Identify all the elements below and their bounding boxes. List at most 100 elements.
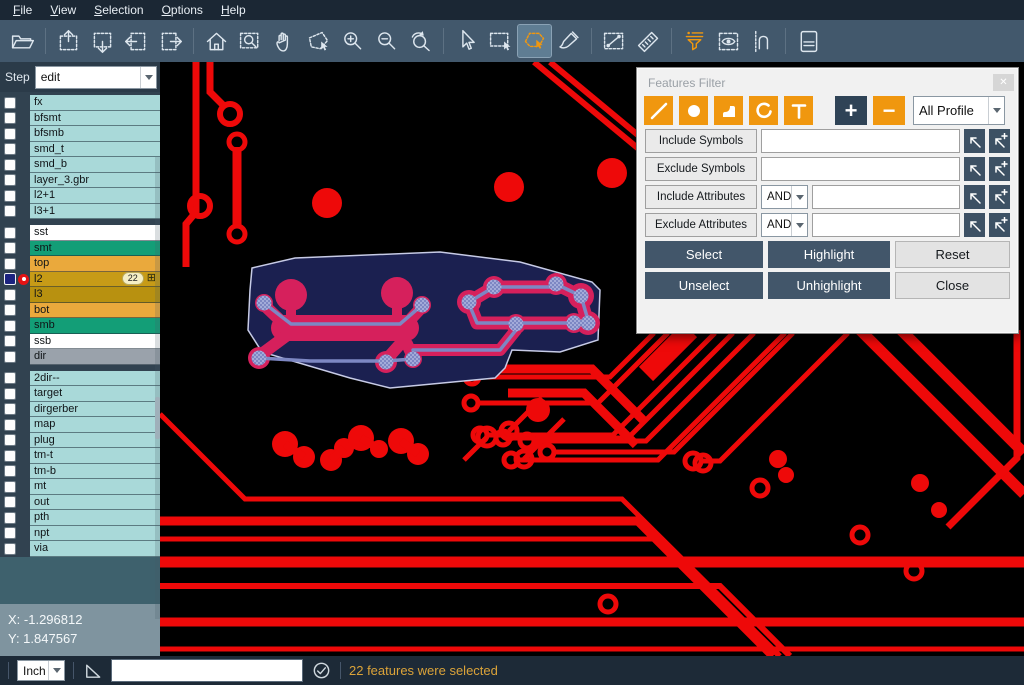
features-filter-button[interactable] [678, 25, 711, 57]
command-input[interactable] [111, 659, 303, 682]
close-button[interactable]: ✕ [993, 74, 1014, 91]
layer-visibility-checkbox[interactable] [4, 258, 16, 270]
layer-row-ssb[interactable]: ssb [0, 334, 160, 350]
layer-name[interactable]: dirgerber [30, 402, 160, 418]
layer-visibility-checkbox[interactable] [4, 496, 16, 508]
layer-row-bfsmt[interactable]: bfsmt [0, 111, 160, 127]
exclude-symbols-button[interactable]: Exclude Symbols [645, 157, 757, 181]
layer-visibility-checkbox[interactable] [4, 289, 16, 301]
open-button[interactable] [6, 25, 39, 57]
layer-row-l3+1[interactable]: l3+1 [0, 204, 160, 220]
unselect-button[interactable]: Unselect [645, 272, 763, 299]
layer-row-map[interactable]: map [0, 417, 160, 433]
layer-name[interactable]: tm-b [30, 464, 160, 480]
layer-name[interactable]: layer_3.gbr [30, 173, 160, 189]
layer-name[interactable]: l3 [30, 287, 160, 303]
layer-name[interactable]: plug [30, 433, 160, 449]
layer-row-fx[interactable]: fx [0, 95, 160, 111]
menu-item-file[interactable]: File [4, 1, 41, 19]
select-button[interactable] [450, 25, 483, 57]
layer-row-mt[interactable]: mt [0, 479, 160, 495]
layer-name[interactable]: npt [30, 526, 160, 542]
layer-visibility-checkbox[interactable] [4, 304, 16, 316]
layer-row-l3[interactable]: l3 [0, 287, 160, 303]
exclude-attributes-input[interactable] [812, 213, 960, 237]
layer-visibility-checkbox[interactable] [4, 403, 16, 415]
layer-row-top[interactable]: top [0, 256, 160, 272]
layer-name[interactable]: smb [30, 318, 160, 334]
menu-item-selection[interactable]: Selection [85, 1, 152, 19]
sync-button[interactable] [311, 660, 332, 681]
remove-filter-button[interactable]: − [873, 96, 905, 125]
angle-mode-button[interactable] [82, 660, 103, 681]
layer-name[interactable]: bfsmb [30, 126, 160, 142]
layer-name[interactable]: smt [30, 241, 160, 257]
layer-row-plug[interactable]: plug [0, 433, 160, 449]
menu-item-help[interactable]: Help [212, 1, 255, 19]
menu-item-view[interactable]: View [41, 1, 85, 19]
layer-visibility-checkbox[interactable] [4, 159, 16, 171]
pan-hand-button[interactable] [268, 25, 301, 57]
layer-row-target[interactable]: target [0, 386, 160, 402]
layer-name[interactable]: via [30, 541, 160, 557]
layer-visibility-checkbox[interactable] [4, 128, 16, 140]
pick-symbol-button[interactable] [964, 157, 985, 181]
layer-row-smb[interactable]: smb [0, 318, 160, 334]
layer-visibility-checkbox[interactable] [4, 227, 16, 239]
layer-visibility-checkbox[interactable] [4, 97, 16, 109]
step-select[interactable]: edit [35, 66, 157, 89]
pick-add-symbol-button[interactable] [989, 157, 1010, 181]
zoom-in-button[interactable] [336, 25, 369, 57]
include-symbols-input[interactable] [761, 129, 960, 153]
layer-row-out[interactable]: out [0, 495, 160, 511]
layer-row-2dir--[interactable]: 2dir-- [0, 371, 160, 387]
layer-visibility-checkbox[interactable] [4, 527, 16, 539]
layer-name[interactable]: 2dir-- [30, 371, 160, 387]
layer-visibility-checkbox[interactable] [4, 190, 16, 202]
pick-attribute-button[interactable] [964, 185, 985, 209]
filter-type-arc-button[interactable] [749, 96, 778, 125]
zoom-window-button[interactable] [234, 25, 267, 57]
layer-visibility-checkbox[interactable] [4, 388, 16, 400]
layer-visibility-checkbox[interactable] [4, 205, 16, 217]
layer-visibility-checkbox[interactable] [4, 320, 16, 332]
layer-row-npt[interactable]: npt [0, 526, 160, 542]
pan-right-button[interactable] [154, 25, 187, 57]
layer-visibility-checkbox[interactable] [4, 512, 16, 524]
pan-left-button[interactable] [120, 25, 153, 57]
layer-row-tm-t[interactable]: tm-t [0, 448, 160, 464]
profile-select[interactable]: All Profile [913, 96, 1005, 125]
layer-row-via[interactable]: via [0, 541, 160, 557]
dialog-title-bar[interactable]: Features Filter ✕ [638, 69, 1017, 94]
layer-name[interactable]: smd_t [30, 142, 160, 158]
layer-row-l2[interactable]: l222⊞ [0, 272, 160, 288]
layer-name[interactable]: bfsmt [30, 111, 160, 127]
select-polygon-button[interactable] [518, 25, 551, 57]
layer-row-smd_b[interactable]: smd_b [0, 157, 160, 173]
add-filter-button[interactable]: + [835, 96, 867, 125]
layer-name[interactable]: dir [30, 349, 160, 365]
layer-visibility-checkbox[interactable] [4, 351, 16, 363]
exclude-attributes-button[interactable]: Exclude Attributes [645, 213, 757, 237]
zoom-out-button[interactable] [370, 25, 403, 57]
report-button[interactable] [792, 25, 825, 57]
layer-visibility-checkbox[interactable] [4, 465, 16, 477]
layer-name[interactable]: l2+1 [30, 188, 160, 204]
zoom-polygon-button[interactable] [302, 25, 335, 57]
layer-row-smt[interactable]: smt [0, 241, 160, 257]
layer-visibility-checkbox[interactable] [4, 434, 16, 446]
include-attributes-operator-select[interactable]: AND [761, 185, 808, 209]
layer-row-pth[interactable]: pth [0, 510, 160, 526]
layer-visibility-checkbox[interactable] [4, 450, 16, 462]
layer-row-dirgerber[interactable]: dirgerber [0, 402, 160, 418]
zoom-previous-button[interactable] [404, 25, 437, 57]
layer-visibility-checkbox[interactable] [4, 112, 16, 124]
layer-name[interactable]: ssb [30, 334, 160, 350]
net-trace-button[interactable] [746, 25, 779, 57]
include-attributes-input[interactable] [812, 185, 960, 209]
filter-type-line-button[interactable] [644, 96, 673, 125]
layer-name[interactable]: bot [30, 303, 160, 319]
layer-name[interactable]: tm-t [30, 448, 160, 464]
include-symbols-button[interactable]: Include Symbols [645, 129, 757, 153]
layer-name[interactable]: fx [30, 95, 160, 111]
